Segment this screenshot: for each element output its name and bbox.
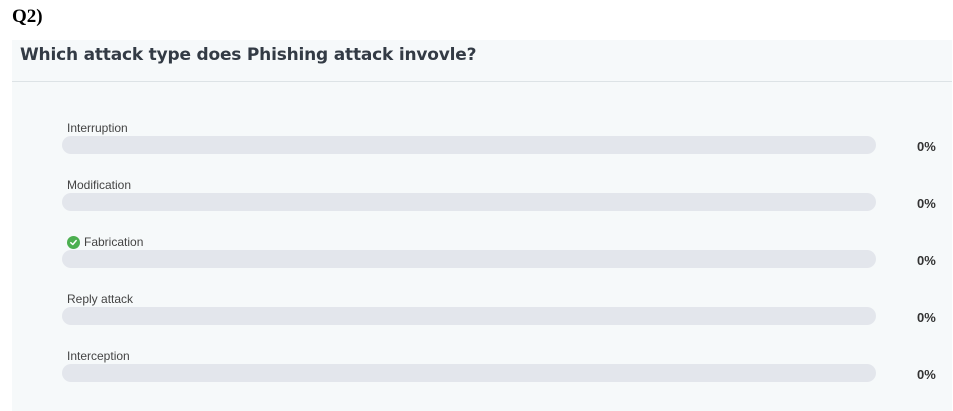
result-bar (62, 364, 876, 382)
result-bar (62, 136, 876, 154)
check-circle-icon (67, 235, 80, 249)
option-label: Reply attack (67, 292, 134, 306)
option-percent: 0% (917, 253, 936, 268)
result-bar (62, 250, 876, 268)
option-label: Interception (67, 349, 130, 363)
option-fabrication: Fabrication 0% (62, 235, 936, 275)
option-interruption: Interruption 0% (62, 121, 936, 161)
option-modification: Modification 0% (62, 178, 936, 218)
option-percent: 0% (917, 367, 936, 382)
option-percent: 0% (917, 139, 936, 154)
option-percent: 0% (917, 310, 936, 325)
result-bar (62, 193, 876, 211)
option-interception: Interception 0% (62, 349, 936, 389)
option-percent: 0% (917, 196, 936, 211)
question-number: Q2) (12, 6, 43, 27)
option-label: Interruption (67, 121, 128, 135)
option-label: Fabrication (67, 235, 143, 249)
option-label: Modification (67, 178, 132, 192)
result-bar (62, 307, 876, 325)
question-title: Which attack type does Phishing attack i… (20, 45, 477, 65)
poll-card: Which attack type does Phishing attack i… (12, 40, 952, 411)
title-divider (12, 81, 952, 82)
option-reply-attack: Reply attack 0% (62, 292, 936, 332)
